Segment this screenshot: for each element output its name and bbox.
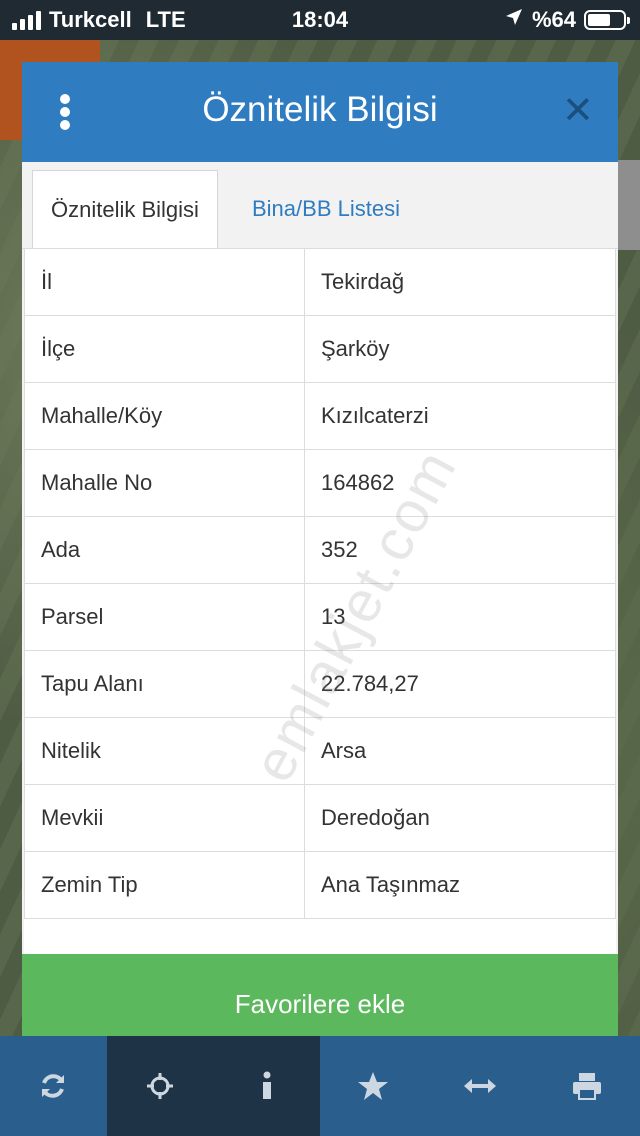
status-bar: Turkcell LTE 18:04 %64 [0,0,640,40]
tab-attribute-info[interactable]: Öznitelik Bilgisi [32,170,218,248]
attribute-key: Nitelik [24,717,305,785]
attribute-table: İl Tekirdağ İlçe Şarköy Mahalle/Köy Kızılcate… [24,248,616,919]
table-row: İl Tekirdağ [24,248,616,316]
attribute-value: 22.784,27 [304,650,616,718]
arrows-horizontal-icon[interactable] [427,1036,534,1136]
table-row: Parsel 13 [24,583,616,651]
attribute-info-modal: Öznitelik Bilgisi ✕ Öznitelik Bilgisi Bi… [22,62,618,1054]
attribute-key: Mahalle/Köy [24,382,305,450]
table-row: Mahalle No 164862 [24,449,616,517]
refresh-icon[interactable] [0,1036,107,1136]
attribute-value: 13 [304,583,616,651]
attribute-key: Zemin Tip [24,851,305,919]
close-icon[interactable]: ✕ [562,92,594,130]
table-row: Mevkii Deredoğan [24,784,616,852]
table-row: Nitelik Arsa [24,717,616,785]
attribute-key: İl [24,248,305,316]
modal-title: Öznitelik Bilgisi [202,90,438,129]
crosshair-icon[interactable] [106,1036,214,1136]
attribute-value: Şarköy [304,315,616,383]
attribute-value: Deredoğan [304,784,616,852]
tab-bar: Öznitelik Bilgisi Bina/BB Listesi [22,162,618,249]
table-row: Mahalle/Köy Kızılcaterzi [24,382,616,450]
attribute-value: Kızılcaterzi [304,382,616,450]
attribute-value: 352 [304,516,616,584]
attribute-key: Tapu Alanı [24,650,305,718]
table-row: Tapu Alanı 22.784,27 [24,650,616,718]
tab-building-list[interactable]: Bina/BB Listesi [234,170,418,248]
attribute-key: Mahalle No [24,449,305,517]
star-icon[interactable] [320,1036,427,1136]
bottom-toolbar [0,1036,640,1136]
attribute-key: Parsel [24,583,305,651]
table-row: Zemin Tip Ana Taşınmaz [24,851,616,919]
table-row: Ada 352 [24,516,616,584]
attribute-table-container[interactable]: İl Tekirdağ İlçe Şarköy Mahalle/Köy Kızılcate… [24,248,616,954]
attribute-value: Tekirdağ [304,248,616,316]
info-icon[interactable] [213,1036,321,1136]
attribute-key: Ada [24,516,305,584]
attribute-value: Ana Taşınmaz [304,851,616,919]
battery-percent: %64 [531,7,576,32]
attribute-value: Arsa [304,717,616,785]
print-icon[interactable] [533,1036,640,1136]
attribute-value: 164862 [304,449,616,517]
attribute-key: Mevkii [24,784,305,852]
attribute-key: İlçe [24,315,305,383]
location-arrow-icon [504,7,524,33]
table-row: İlçe Şarköy [24,315,616,383]
map-overlay-gray [618,160,640,250]
battery-icon [584,10,630,30]
modal-header: Öznitelik Bilgisi ✕ [22,62,618,162]
